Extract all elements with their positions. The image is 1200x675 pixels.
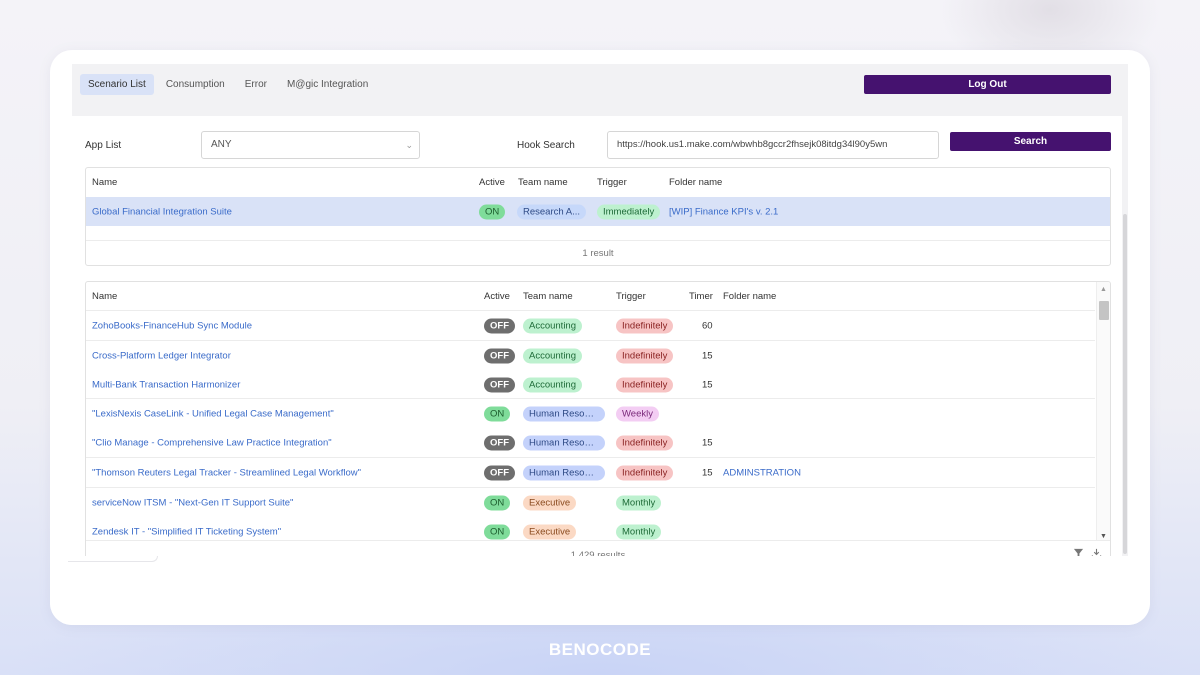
team-badge: Human Resour... <box>523 465 605 480</box>
page-scrollbar[interactable] <box>1122 64 1128 556</box>
col-header-folder: Folder name <box>723 291 777 302</box>
app-list-select[interactable]: ANY ⌄ <box>201 131 420 159</box>
table-row[interactable]: Multi-Bank Transaction Harmonizer OFF Ac… <box>86 370 1110 399</box>
col-header-trigger: Trigger <box>597 177 627 188</box>
trigger-badge: Indefinitely <box>616 435 674 450</box>
team-badge: Accounting <box>523 318 583 333</box>
timer-value: 15 <box>702 379 713 390</box>
result-count: 1,429 results <box>86 540 1110 556</box>
active-badge: OFF <box>484 318 515 333</box>
scenario-name[interactable]: "Clio Manage - Comprehensive Law Practic… <box>92 437 332 448</box>
scenario-name[interactable]: Zendesk IT - "Simplified IT Ticketing Sy… <box>92 526 281 537</box>
folder-link[interactable]: ADMINSTRATION <box>723 467 801 478</box>
team-badge: Executive <box>523 495 577 510</box>
active-badge: OFF <box>484 435 515 450</box>
timer-value: 60 <box>702 320 713 331</box>
scenario-name[interactable]: "Thomson Reuters Legal Tracker - Streaml… <box>92 467 361 478</box>
table-row[interactable]: ZohoBooks-FinanceHub Sync Module OFF Acc… <box>86 311 1110 340</box>
trigger-badge: Indefinitely <box>616 318 674 333</box>
logout-button[interactable]: Log Out <box>864 75 1111 94</box>
col-header-name: Name <box>92 177 118 188</box>
team-badge: Human Resour... <box>523 406 605 421</box>
team-badge: Accounting <box>523 377 583 392</box>
frame-footer <box>50 556 1150 625</box>
active-badge: OFF <box>484 377 515 392</box>
search-button[interactable]: Search <box>950 132 1111 151</box>
app-list-label: App List <box>85 140 122 151</box>
page-scrollbar-thumb[interactable] <box>1123 214 1127 554</box>
tab-scenario-list[interactable]: Scenario List <box>80 74 154 95</box>
brand-logo: BENOCODE <box>548 640 652 659</box>
top-nav: Scenario List Consumption Error M@gic In… <box>80 74 376 95</box>
active-badge: ON <box>479 204 506 219</box>
chevron-down-icon: ⌄ <box>405 140 413 150</box>
team-badge: Executive <box>523 524 577 539</box>
scroll-up-icon[interactable]: ▲ <box>1100 286 1107 293</box>
team-badge: Accounting <box>523 348 583 363</box>
hook-search-input[interactable]: https://hook.us1.make.com/wbwhb8gccr2fhs… <box>607 131 939 159</box>
table-row[interactable]: Cross-Platform Ledger Integrator OFF Acc… <box>86 341 1110 370</box>
tab-magic-integration[interactable]: M@gic Integration <box>279 74 376 95</box>
trigger-badge: Immediately <box>597 204 661 219</box>
app-window: Scenario List Consumption Error M@gic In… <box>72 64 1128 556</box>
scrollbar-thumb[interactable] <box>1099 301 1109 320</box>
scenario-name[interactable]: Global Financial Integration Suite <box>92 206 232 217</box>
col-header-trigger: Trigger <box>616 291 646 302</box>
device-frame: Scenario List Consumption Error M@gic In… <box>50 50 1150 625</box>
active-badge: OFF <box>484 465 515 480</box>
scenario-table: Name Active Team name Trigger Timer Fold… <box>85 281 1111 556</box>
active-badge: ON <box>484 524 511 539</box>
main-panel: App List ANY ⌄ Hook Search https://hook.… <box>72 116 1128 556</box>
tab-error[interactable]: Error <box>237 74 275 95</box>
hook-search-label: Hook Search <box>517 140 575 151</box>
trigger-badge: Monthly <box>616 524 662 539</box>
active-badge: ON <box>484 406 511 421</box>
active-badge: OFF <box>484 348 515 363</box>
trigger-badge: Indefinitely <box>616 348 674 363</box>
trigger-badge: Weekly <box>616 406 659 421</box>
table-row-selected[interactable]: Global Financial Integration Suite ON Re… <box>86 197 1110 226</box>
col-header-folder: Folder name <box>669 177 723 188</box>
table-row[interactable]: "Clio Manage - Comprehensive Law Practic… <box>86 428 1110 457</box>
col-header-active: Active <box>484 291 510 302</box>
scenario-name[interactable]: "LexisNexis CaseLink - Unified Legal Cas… <box>92 408 334 419</box>
trigger-badge: Indefinitely <box>616 377 674 392</box>
scenario-name[interactable]: Multi-Bank Transaction Harmonizer <box>92 379 240 390</box>
ghost-tab <box>68 556 158 562</box>
timer-value: 15 <box>702 437 713 448</box>
timer-value: 15 <box>702 350 713 361</box>
trigger-badge: Indefinitely <box>616 465 674 480</box>
team-badge: Human Resour... <box>523 435 605 450</box>
col-header-team: Team name <box>523 291 573 302</box>
scenario-name[interactable]: serviceNow ITSM - "Next-Gen IT Support S… <box>92 497 293 508</box>
app-list-value: ANY <box>211 139 232 150</box>
download-icon[interactable] <box>1091 548 1102 556</box>
col-header-active: Active <box>479 177 505 188</box>
table-row[interactable]: "LexisNexis CaseLink - Unified Legal Cas… <box>86 399 1110 428</box>
table-scrollbar[interactable]: ▲ ▼ <box>1096 282 1110 544</box>
col-header-team: Team name <box>518 177 568 188</box>
tab-consumption[interactable]: Consumption <box>158 74 233 95</box>
scroll-down-icon[interactable]: ▼ <box>1100 533 1107 540</box>
scenario-name[interactable]: ZohoBooks-FinanceHub Sync Module <box>92 320 252 331</box>
team-badge: Research A... <box>517 204 587 219</box>
table-row[interactable]: "Thomson Reuters Legal Tracker - Streaml… <box>86 458 1110 487</box>
search-results-table: Name Active Team name Trigger Folder nam… <box>85 167 1111 266</box>
timer-value: 15 <box>702 467 713 478</box>
col-header-timer: Timer <box>689 291 713 302</box>
result-count: 1 result <box>582 248 614 259</box>
table-row[interactable]: serviceNow ITSM - "Next-Gen IT Support S… <box>86 488 1110 517</box>
active-badge: ON <box>484 495 511 510</box>
folder-link[interactable]: [WIP] Finance KPI's v. 2.1 <box>669 206 778 217</box>
trigger-badge: Monthly <box>616 495 662 510</box>
scenario-name[interactable]: Cross-Platform Ledger Integrator <box>92 350 231 361</box>
filter-icon[interactable] <box>1073 548 1084 556</box>
col-header-name: Name <box>92 291 118 302</box>
